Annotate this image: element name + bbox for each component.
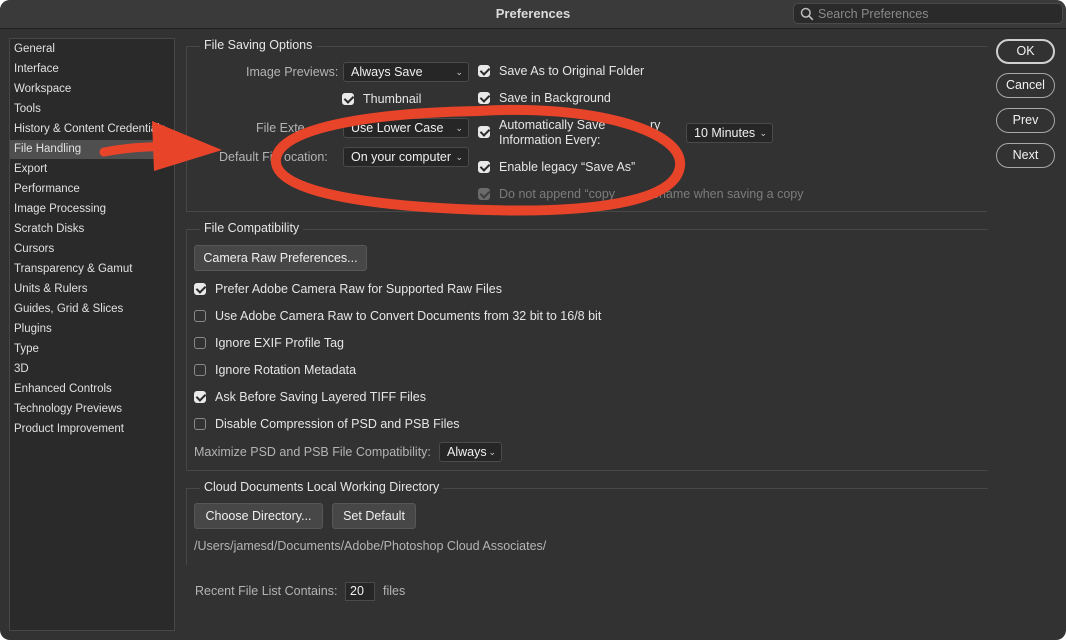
auto-save-label-line1-tail: ry: [650, 118, 661, 132]
cloud-heading: Cloud Documents Local Working Directory: [200, 480, 444, 494]
image-previews-label: Image Previews:: [246, 65, 339, 79]
compat-option-label: Ask Before Saving Layered TIFF Files: [215, 390, 426, 404]
sidebar-item-product-improvement[interactable]: Product Improvement: [10, 420, 174, 439]
chevron-down-icon: ⌄: [488, 447, 496, 457]
compat-option-label: Disable Compression of PSD and PSB Files: [215, 417, 460, 431]
set-default-button[interactable]: Set Default: [332, 503, 416, 529]
recent-files-input[interactable]: 20: [345, 582, 375, 601]
auto-save-interval-value: 10 Minutes: [694, 126, 756, 140]
cancel-button[interactable]: Cancel: [996, 73, 1055, 98]
preferences-window: Preferences General Interface Workspace …: [0, 0, 1066, 640]
no-copy-label: Do not append “copy: [499, 187, 616, 201]
auto-save-label-line2: Information Every:: [499, 133, 601, 147]
file-saving-heading: File Saving Options: [200, 38, 317, 52]
compat-option-label: Use Adobe Camera Raw to Convert Document…: [215, 309, 602, 323]
sidebar-item-guides[interactable]: Guides, Grid & Slices: [10, 300, 174, 319]
default-location-label-tail: ocation:: [284, 150, 328, 164]
sidebar-item-plugins[interactable]: Plugins: [10, 320, 174, 339]
file-extension-select[interactable]: Use Lower Case ⌄: [343, 118, 469, 138]
save-in-background-label: Save in Background: [499, 91, 611, 105]
default-location-value: On your computer: [351, 150, 452, 164]
compat-option-label: Prefer Adobe Camera Raw for Supported Ra…: [215, 282, 502, 296]
save-in-background-checkbox[interactable]: [478, 92, 490, 104]
maximize-compat-label: Maximize PSD and PSB File Compatibility:: [194, 445, 431, 459]
default-location-label: Default Fi: [219, 150, 273, 164]
chevron-down-icon: ⌄: [455, 152, 463, 162]
auto-save-interval-select[interactable]: 10 Minutes ⌄: [686, 123, 773, 143]
default-location-select[interactable]: On your computer ⌄: [343, 147, 469, 167]
image-previews-select[interactable]: Always Save ⌄: [343, 62, 469, 82]
compat-option-label: Ignore EXIF Profile Tag: [215, 336, 345, 350]
title-bar: Preferences: [0, 0, 1066, 29]
sidebar-item-enhanced-controls[interactable]: Enhanced Controls: [10, 380, 174, 399]
file-extension-label: File Exte: [256, 121, 305, 135]
chevron-down-icon: ⌄: [455, 67, 463, 77]
search-input[interactable]: [818, 5, 1054, 22]
compat-option-checkbox[interactable]: [194, 337, 206, 349]
file-extension-value: Use Lower Case: [351, 121, 444, 135]
choose-directory-button[interactable]: Choose Directory...: [194, 503, 323, 529]
sidebar-item-transparency[interactable]: Transparency & Gamut: [10, 260, 174, 279]
sidebar-item-interface[interactable]: Interface: [10, 60, 174, 79]
compat-option-checkbox[interactable]: [194, 418, 206, 430]
legacy-save-as-label: Enable legacy “Save As”: [499, 160, 636, 174]
search-field[interactable]: [793, 3, 1063, 24]
sidebar-item-file-handling[interactable]: File Handling: [10, 140, 174, 159]
sidebar-item-image-processing[interactable]: Image Processing: [10, 200, 174, 219]
recent-files-suffix: files: [383, 584, 406, 598]
prev-button[interactable]: Prev: [996, 108, 1055, 133]
chevron-down-icon: ⌄: [759, 128, 767, 138]
save-as-original-checkbox[interactable]: [478, 65, 490, 77]
sidebar-item-history[interactable]: History & Content Credentials: [10, 120, 174, 139]
recent-files-label: Recent File List Contains:: [195, 584, 338, 598]
maximize-compat-value: Always: [447, 445, 487, 459]
sidebar-item-performance[interactable]: Performance: [10, 180, 174, 199]
compat-option-label: Ignore Rotation Metadata: [215, 363, 357, 377]
search-icon: [800, 7, 814, 21]
sidebar-item-export[interactable]: Export: [10, 160, 174, 179]
sidebar-item-type[interactable]: Type: [10, 340, 174, 359]
category-sidebar: General Interface Workspace Tools Histor…: [9, 38, 175, 631]
sidebar-item-general[interactable]: General: [10, 40, 174, 59]
thumbnail-label: Thumbnail: [363, 92, 422, 106]
next-button[interactable]: Next: [996, 143, 1055, 168]
sidebar-item-technology-previews[interactable]: Technology Previews: [10, 400, 174, 419]
thumbnail-checkbox[interactable]: [342, 93, 354, 105]
sidebar-item-workspace[interactable]: Workspace: [10, 80, 174, 99]
compat-option-checkbox[interactable]: [194, 310, 206, 322]
sidebar-item-scratch-disks[interactable]: Scratch Disks: [10, 220, 174, 239]
camera-raw-prefs-button[interactable]: Camera Raw Preferences...: [194, 245, 367, 271]
no-copy-label-tail: ename when saving a copy: [652, 187, 804, 201]
legacy-save-as-checkbox[interactable]: [478, 161, 490, 173]
compat-option-checkbox[interactable]: [194, 391, 206, 403]
auto-save-label-line1: Automatically Save: [499, 118, 606, 132]
save-as-original-label: Save As to Original Folder: [499, 64, 645, 78]
no-copy-checkbox: [478, 188, 490, 200]
maximize-compat-select[interactable]: Always ⌄: [439, 442, 502, 462]
file-compat-heading: File Compatibility: [200, 221, 304, 235]
cloud-directory-path: /Users/jamesd/Documents/Adobe/Photoshop …: [194, 539, 547, 553]
sidebar-item-units-rulers[interactable]: Units & Rulers: [10, 280, 174, 299]
compat-option-checkbox[interactable]: [194, 283, 206, 295]
section-divider: [186, 211, 987, 212]
sidebar-item-cursors[interactable]: Cursors: [10, 240, 174, 259]
compat-option-checkbox[interactable]: [194, 364, 206, 376]
auto-save-checkbox[interactable]: [478, 126, 490, 138]
image-previews-value: Always Save: [351, 65, 423, 79]
sidebar-item-tools[interactable]: Tools: [10, 100, 174, 119]
ok-button[interactable]: OK: [996, 39, 1055, 64]
sidebar-item-3d[interactable]: 3D: [10, 360, 174, 379]
chevron-down-icon: ⌄: [455, 123, 463, 133]
